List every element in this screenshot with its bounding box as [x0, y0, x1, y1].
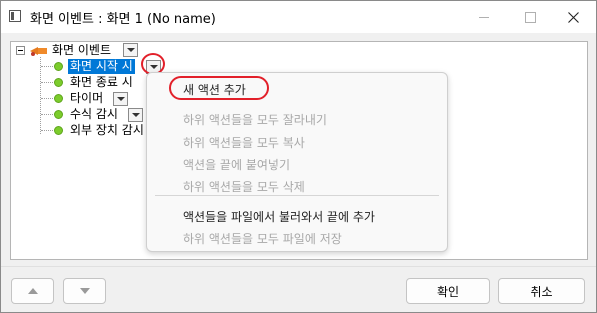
tree-node-external-device-watch[interactable]: 외부 장치 감시 [70, 123, 144, 138]
menu-item-copy-all-child-actions[interactable]: 하위 액션들을 모두 복사 [183, 134, 305, 151]
window-title: 화면 이벤트 : 화면 1 (No name) [30, 12, 216, 27]
node-dot-icon [54, 94, 63, 103]
arrow-down-icon [79, 288, 90, 294]
minimize-button[interactable] [461, 1, 507, 33]
tree-node-screen-end[interactable]: 화면 종료 시 [70, 75, 133, 90]
context-menu: 새 액션 추가 하위 액션들을 모두 잘라내기 하위 액션들을 모두 복사 액션… [146, 72, 448, 252]
menu-item-load-actions-from-file[interactable]: 액션들을 파일에서 불러와서 끝에 추가 [183, 208, 375, 225]
tree-root-label[interactable]: 화면 이벤트 [52, 43, 111, 58]
cancel-button[interactable]: 취소 [498, 278, 585, 304]
dialog-window: 화면 이벤트 : 화면 1 (No name) 화면 이벤트 화면 시작 시 화… [0, 0, 597, 313]
tree-connector [41, 82, 53, 83]
menu-item-save-all-child-actions-to-file[interactable]: 하위 액션들을 모두 파일에 저장 [183, 230, 342, 247]
event-root-icon [30, 47, 47, 56]
menu-separator [155, 195, 439, 196]
node-dot-icon [54, 62, 63, 71]
tree-node-screen-start[interactable]: 화면 시작 시 [68, 59, 135, 74]
app-icon [9, 10, 21, 22]
close-icon [567, 11, 579, 23]
title-bar[interactable]: 화면 이벤트 : 화면 1 (No name) [1, 1, 596, 33]
tree-connector [41, 114, 53, 115]
maximize-button[interactable] [507, 1, 553, 33]
dropdown-arrow-icon[interactable] [128, 108, 143, 122]
tree-node-timer[interactable]: 타이머 [70, 91, 103, 106]
node-dot-icon [54, 78, 63, 87]
move-up-button[interactable] [11, 278, 54, 304]
tree-connector [41, 98, 53, 99]
node-dot-icon [54, 110, 63, 119]
dropdown-arrow-icon[interactable] [123, 43, 138, 57]
maximize-icon [524, 11, 536, 23]
tree-connector [41, 66, 53, 67]
minimize-icon [479, 16, 489, 18]
ok-button[interactable]: 확인 [406, 278, 490, 304]
tree-connector [41, 130, 53, 131]
menu-item-paste-action-at-end[interactable]: 액션을 끝에 붙여넣기 [183, 156, 290, 173]
tree-connector [40, 57, 41, 134]
dropdown-arrow-icon[interactable] [113, 92, 128, 106]
close-button[interactable] [550, 1, 596, 33]
menu-item-delete-all-child-actions[interactable]: 하위 액션들을 모두 삭제 [183, 178, 305, 195]
menu-item-add-new-action[interactable]: 새 액션 추가 [183, 81, 246, 98]
expander-minus-icon[interactable] [16, 46, 25, 55]
menu-item-cut-all-child-actions[interactable]: 하위 액션들을 모두 잘라내기 [183, 111, 327, 128]
move-down-button[interactable] [63, 278, 106, 304]
footer-divider [1, 266, 596, 267]
node-dot-icon [54, 126, 63, 135]
tree-node-formula-watch[interactable]: 수식 감시 [70, 107, 118, 122]
arrow-up-icon [27, 288, 38, 294]
